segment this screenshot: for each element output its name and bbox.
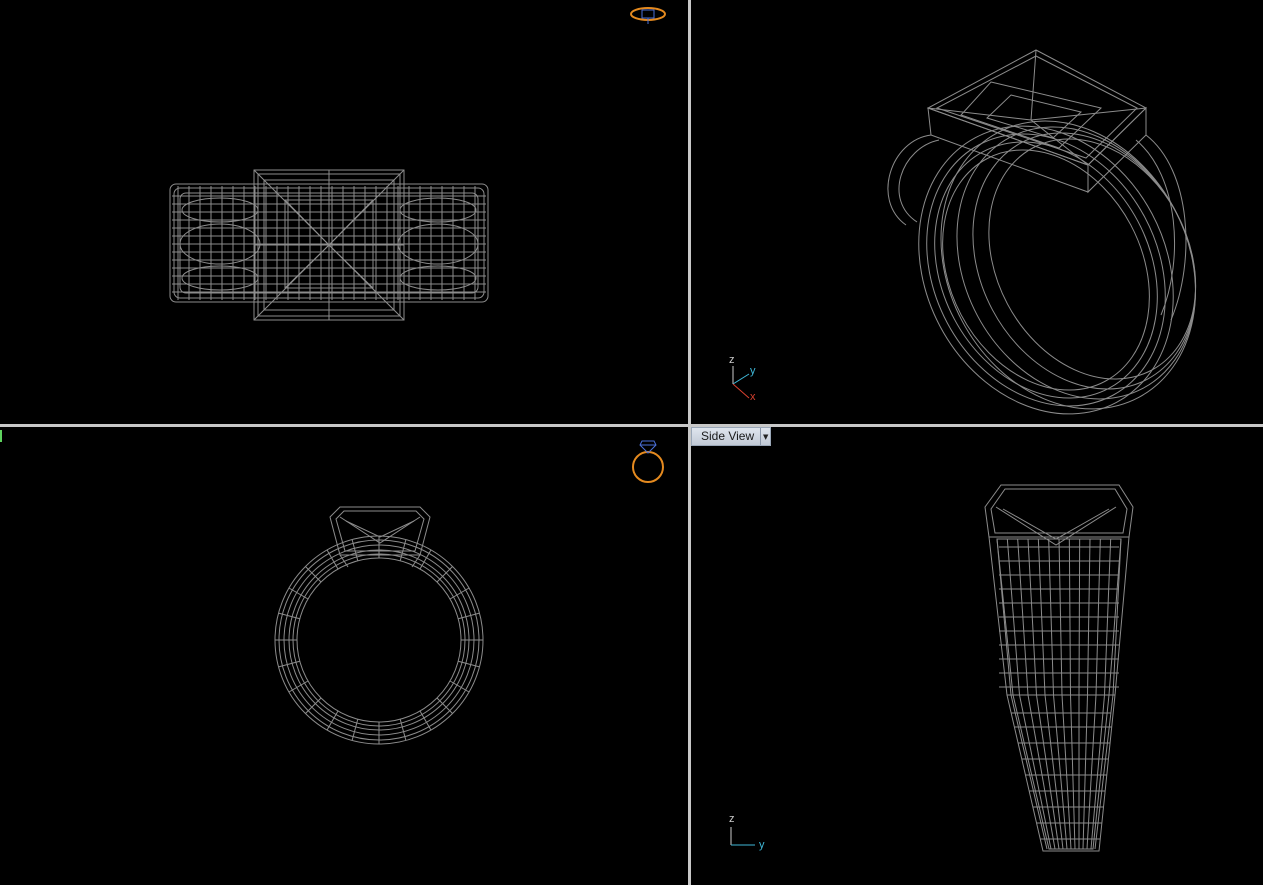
ring-top-nav-icon[interactable] xyxy=(628,4,668,26)
axis-tripod-side: z y xyxy=(725,813,769,855)
axis-y-label: y xyxy=(750,365,756,377)
ring-front-wireframe xyxy=(274,506,484,745)
ring-perspective-wireframe xyxy=(887,49,1197,415)
viewport-active-marker xyxy=(0,430,2,442)
viewport-top[interactable] xyxy=(0,0,688,424)
viewport-perspective[interactable]: z y x xyxy=(691,0,1263,424)
axis-z-label: z xyxy=(729,813,735,825)
viewport-divider-horizontal[interactable] xyxy=(0,424,1263,427)
viewport-side[interactable]: Side View ▼ z y xyxy=(691,427,1263,885)
axis-tripod-perspective: z y x xyxy=(721,354,771,410)
axis-y-label: y xyxy=(759,839,765,851)
axis-z-label: z xyxy=(729,354,735,366)
axis-x-label: x xyxy=(750,391,756,403)
viewport-divider-vertical[interactable] xyxy=(688,0,691,885)
ring-side-wireframe xyxy=(984,484,1134,852)
ring-top-wireframe xyxy=(169,169,489,321)
viewport-front[interactable] xyxy=(0,427,688,885)
ring-front-nav-icon[interactable] xyxy=(628,435,668,485)
